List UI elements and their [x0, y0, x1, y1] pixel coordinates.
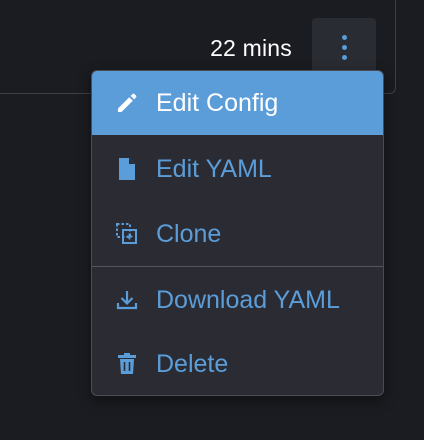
actions-dropdown-menu: Edit Config Edit YAML Clone Download YAM… — [91, 70, 384, 396]
age-value: 22 mins — [210, 35, 292, 61]
menu-item-download-yaml[interactable]: Download YAML — [92, 268, 383, 332]
menu-item-label: Download YAML — [156, 286, 340, 314]
menu-item-edit-yaml[interactable]: Edit YAML — [92, 137, 383, 201]
menu-item-label: Clone — [156, 220, 222, 248]
file-icon — [114, 156, 140, 182]
download-icon — [114, 287, 140, 313]
trash-icon — [114, 351, 140, 377]
menu-item-delete[interactable]: Delete — [92, 332, 383, 395]
menu-item-label: Delete — [156, 350, 229, 378]
menu-item-label: Edit Config — [156, 89, 279, 117]
clone-icon — [114, 221, 140, 247]
pencil-icon — [114, 90, 140, 116]
menu-divider — [92, 266, 383, 267]
kebab-icon — [341, 34, 347, 60]
menu-item-edit-config[interactable]: Edit Config — [92, 71, 383, 135]
menu-item-clone[interactable]: Clone — [92, 202, 383, 266]
screen: 22 mins Edit Config Edit YAML Clone Down… — [0, 0, 424, 440]
actions-menu-button[interactable] — [312, 18, 376, 76]
menu-item-label: Edit YAML — [156, 155, 272, 183]
